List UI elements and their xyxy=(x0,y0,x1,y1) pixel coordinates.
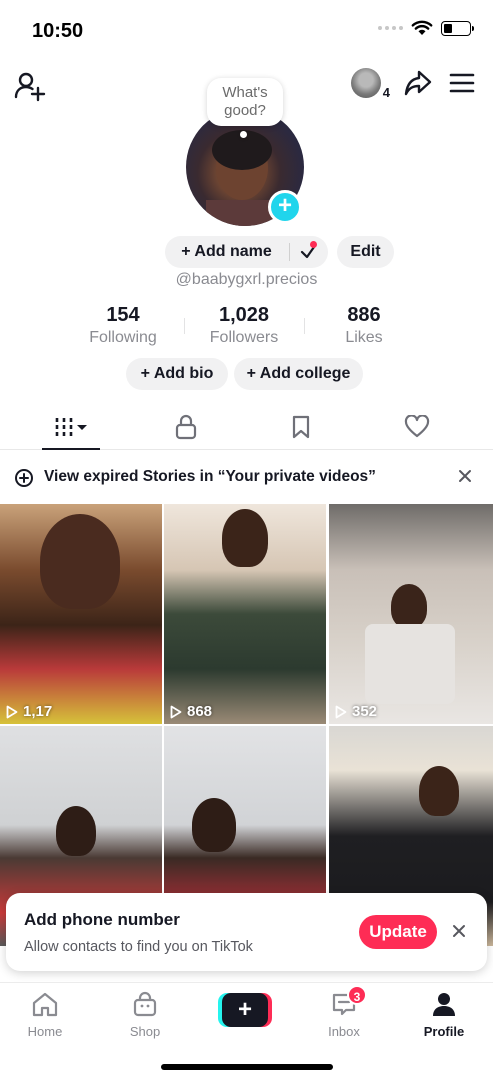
heart-icon xyxy=(404,414,430,437)
add-bio-button[interactable]: + Add bio xyxy=(126,358,228,390)
profile-tabs xyxy=(0,404,493,450)
phone-prompt-title: Add phone number xyxy=(24,910,180,929)
following-label: Following xyxy=(89,329,157,346)
add-name-label: + Add name xyxy=(181,243,272,260)
nav-shop-label: Shop xyxy=(129,1024,161,1039)
followers-label: Followers xyxy=(209,329,279,346)
profile-icon xyxy=(433,993,455,1016)
tab-saved[interactable] xyxy=(271,404,331,449)
account-count: 4 xyxy=(382,85,390,100)
video-thumbnail[interactable]: 352 xyxy=(329,504,493,724)
video-thumbnail[interactable]: 1,17 xyxy=(0,504,162,724)
bubble-tail xyxy=(240,131,247,138)
tab-private[interactable] xyxy=(156,404,216,449)
profile-stats: 154 Following 1,028 Followers 886 Likes xyxy=(0,304,493,350)
close-icon[interactable] xyxy=(451,923,467,939)
nav-inbox-label: Inbox xyxy=(328,1024,360,1039)
add-college-button[interactable]: + Add college xyxy=(234,358,363,390)
plus-icon: + xyxy=(222,993,268,1027)
wifi-icon xyxy=(411,20,433,35)
create-button[interactable]: + xyxy=(218,993,272,1027)
menu-icon[interactable] xyxy=(449,72,475,94)
bio-row: + Add bio + Add college xyxy=(0,358,493,390)
nav-home-label: Home xyxy=(27,1024,63,1039)
video-views: 1,17 xyxy=(6,703,52,720)
share-icon[interactable] xyxy=(403,69,433,97)
add-name-button[interactable]: + Add name xyxy=(165,236,328,268)
username: @baabygxrl.precios xyxy=(175,271,318,288)
status-icons xyxy=(378,20,474,36)
account-switch-avatar[interactable]: 4 xyxy=(351,68,390,100)
likes-label: Likes xyxy=(345,329,383,346)
stat-likes[interactable]: 886 Likes xyxy=(309,304,419,347)
likes-count: 886 xyxy=(347,304,381,326)
avatar-status-bubble[interactable]: What's good? xyxy=(207,78,283,126)
tab-videos[interactable] xyxy=(42,404,102,449)
battery-icon xyxy=(441,20,474,36)
video-views: 868 xyxy=(170,703,212,720)
notification-dot xyxy=(310,241,317,248)
add-friend-icon[interactable] xyxy=(14,70,46,102)
tab-liked[interactable] xyxy=(387,404,447,449)
status-bar: 10:50 xyxy=(0,0,493,60)
nav-inbox[interactable]: 3 Inbox xyxy=(309,985,379,1039)
status-time: 10:50 xyxy=(32,20,84,42)
edit-profile-button[interactable]: Edit xyxy=(337,236,394,268)
update-button[interactable]: Update xyxy=(359,915,437,949)
nav-profile-label: Profile xyxy=(423,1024,465,1039)
following-count: 154 xyxy=(106,304,140,326)
lock-icon xyxy=(175,414,197,439)
nav-shop[interactable]: Shop xyxy=(110,991,180,1039)
phone-prompt-subtitle: Allow contacts to find you on TikTok xyxy=(24,939,253,955)
expired-stories-banner[interactable]: View expired Stories in “Your private vi… xyxy=(0,459,493,497)
add-phone-prompt: Add phone number Allow contacts to find … xyxy=(6,893,487,971)
video-views-count: 868 xyxy=(187,703,213,720)
home-indicator xyxy=(161,1064,333,1070)
stat-followers[interactable]: 1,028 Followers xyxy=(189,304,299,347)
nav-profile[interactable]: Profile xyxy=(409,991,479,1039)
bookmark-icon xyxy=(292,415,310,438)
topbar-actions: 4 xyxy=(351,68,475,100)
play-icon xyxy=(6,705,18,718)
close-icon[interactable] xyxy=(457,468,473,484)
video-views-count: 352 xyxy=(352,703,378,720)
followers-count: 1,028 xyxy=(218,304,270,326)
play-icon xyxy=(170,705,182,718)
home-icon xyxy=(32,992,58,1017)
grid-videos-icon xyxy=(55,417,87,436)
active-tab-indicator xyxy=(42,448,100,450)
video-views-count: 1,17 xyxy=(23,703,53,720)
name-row: + Add name Edit xyxy=(0,236,493,268)
video-views: 352 xyxy=(335,703,377,720)
play-icon xyxy=(335,705,347,718)
signal-icon xyxy=(378,26,403,30)
expired-stories-text: View expired Stories in “Your private vi… xyxy=(44,468,376,485)
nav-home[interactable]: Home xyxy=(10,991,80,1039)
stat-following[interactable]: 154 Following xyxy=(68,304,178,347)
video-thumbnail[interactable]: 868 xyxy=(164,504,326,724)
shop-bag-icon xyxy=(133,991,157,1017)
add-story-plus-icon[interactable]: + xyxy=(268,190,302,224)
story-plus-icon xyxy=(15,469,33,487)
inbox-badge: 3 xyxy=(347,985,367,1005)
